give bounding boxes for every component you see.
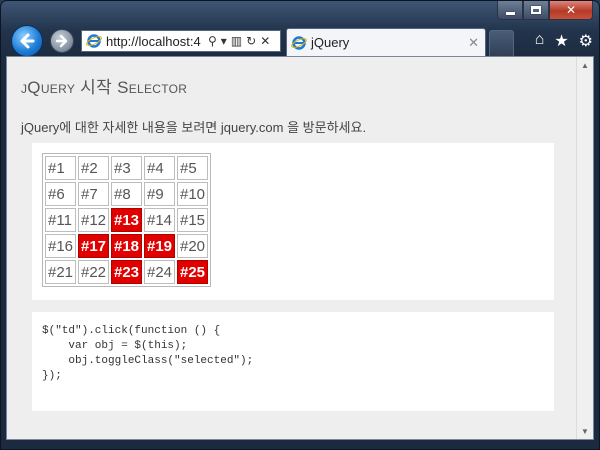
table-cell[interactable]: #7 [78, 182, 109, 206]
back-button[interactable] [11, 25, 43, 57]
favorites-star-icon[interactable]: ★ [554, 31, 568, 51]
table-cell[interactable]: #6 [45, 182, 76, 206]
browser-window: ✕ http://localhost:4 ⚲ ▾ ▥ ↻ ✕ jQuery ✕ … [0, 0, 600, 450]
tab-title: jQuery [311, 35, 350, 50]
table-cell[interactable]: #21 [45, 260, 76, 284]
close-icon: ✕ [565, 3, 577, 17]
minimize-button[interactable] [497, 1, 523, 20]
table-cell[interactable]: #22 [78, 260, 109, 284]
page-content: jQuery 시작 Selector jQuery에 대한 자세한 내용을 보려… [7, 57, 577, 439]
code-line: }); [42, 370, 62, 382]
address-bar[interactable]: http://localhost:4 ⚲ ▾ ▥ ↻ ✕ [81, 30, 281, 52]
table-cell[interactable]: #8 [111, 182, 142, 206]
table-cell[interactable]: #18 [111, 234, 142, 258]
home-icon[interactable]: ⌂ [535, 31, 545, 51]
table-cell[interactable]: #3 [111, 156, 142, 180]
ie-icon [86, 34, 102, 48]
table-cell[interactable]: #23 [111, 260, 142, 284]
table-cell[interactable]: #24 [144, 260, 175, 284]
table-cell[interactable]: #17 [78, 234, 109, 258]
code-block: $("td").click(function () { var obj = $(… [42, 324, 253, 384]
table-cell[interactable]: #12 [78, 208, 109, 232]
table-row: #1 #2 #3 #4 #5 [44, 155, 209, 181]
ie-icon [291, 35, 307, 50]
code-panel: $("td").click(function () { var obj = $(… [32, 312, 554, 411]
table-row: #21 #22 #23 #24 #25 [44, 259, 209, 285]
page-viewport: jQuery 시작 Selector jQuery에 대한 자세한 내용을 보려… [6, 56, 594, 440]
table-cell[interactable]: #2 [78, 156, 109, 180]
stop-icon[interactable]: ✕ [260, 34, 270, 48]
table-cell[interactable]: #14 [144, 208, 175, 232]
maximize-button[interactable] [523, 1, 549, 20]
code-line: obj.toggleClass("selected"); [42, 355, 254, 367]
toolbar-icons: ⌂ ★ ⚙ [535, 31, 593, 51]
table-cell[interactable]: #4 [144, 156, 175, 180]
forward-icon [55, 34, 68, 48]
dropdown-icon[interactable]: ▾ [221, 34, 227, 48]
selector-table: #1 #2 #3 #4 #5 #6 #7 #8 #9 #10 #11 #12 #13 #14 #15 #16 #… [42, 153, 211, 287]
table-row: #11 #12 #13 #14 #15 [44, 207, 209, 233]
tab-jquery[interactable]: jQuery ✕ [286, 28, 486, 56]
close-window-button[interactable]: ✕ [549, 1, 593, 20]
table-cell[interactable]: #19 [144, 234, 175, 258]
forward-button[interactable] [50, 29, 74, 53]
table-cell[interactable]: #11 [45, 208, 76, 232]
search-icon[interactable]: ⚲ [208, 34, 217, 48]
table-cell[interactable]: #13 [111, 208, 142, 232]
table-cell[interactable]: #9 [144, 182, 175, 206]
table-cell[interactable]: #16 [45, 234, 76, 258]
maximize-icon [531, 6, 541, 14]
new-tab-button[interactable] [489, 30, 514, 56]
table-cell[interactable]: #1 [45, 156, 76, 180]
table-row: #16 #17 #18 #19 #20 [44, 233, 209, 259]
table-cell[interactable]: #5 [177, 156, 208, 180]
table-cell[interactable]: #20 [177, 234, 208, 258]
navigation-bar: http://localhost:4 ⚲ ▾ ▥ ↻ ✕ jQuery ✕ ⌂ … [1, 21, 599, 57]
table-row: #6 #7 #8 #9 #10 [44, 181, 209, 207]
page-description: jQuery에 대한 자세한 내용을 보려면 jquery.com 을 방문하세… [21, 120, 367, 135]
minimize-icon [505, 11, 515, 15]
tools-gear-icon[interactable]: ⚙ [579, 31, 593, 51]
table-cell[interactable]: #15 [177, 208, 208, 232]
url-text[interactable]: http://localhost:4 [106, 34, 204, 49]
scroll-up-icon[interactable]: ▲ [577, 57, 593, 73]
compat-icon[interactable]: ▥ [231, 34, 242, 48]
address-icons: ⚲ ▾ ▥ ↻ ✕ [206, 34, 272, 48]
table-cell[interactable]: #10 [177, 182, 208, 206]
vertical-scrollbar[interactable]: ▲ ▼ [576, 57, 593, 439]
window-controls: ✕ [497, 1, 593, 21]
refresh-icon[interactable]: ↻ [246, 34, 256, 48]
back-icon [20, 33, 35, 49]
table-cell[interactable]: #25 [177, 260, 208, 284]
tab-close-icon[interactable]: ✕ [468, 35, 479, 51]
code-line: $("td").click(function () { [42, 325, 221, 337]
page-title: jQuery 시작 Selector [21, 78, 188, 97]
grid-panel: #1 #2 #3 #4 #5 #6 #7 #8 #9 #10 #11 #12 #13 #14 #15 #16 #… [32, 143, 554, 300]
code-line: var obj = $(this); [42, 340, 188, 352]
scroll-down-icon[interactable]: ▼ [577, 423, 593, 439]
